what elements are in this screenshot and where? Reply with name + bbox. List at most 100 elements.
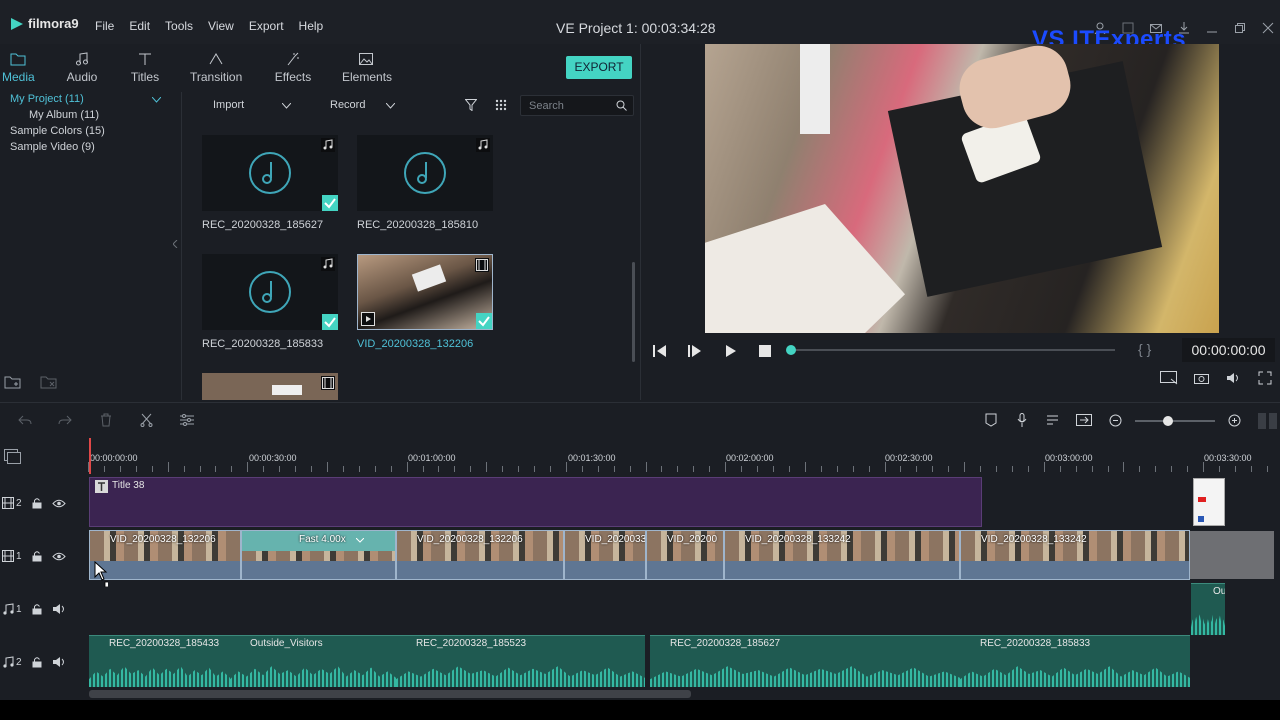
- video-clip-gray[interactable]: [1190, 531, 1274, 579]
- audio-clip[interactable]: Ou: [1191, 583, 1225, 635]
- delete-folder-icon[interactable]: [40, 374, 58, 390]
- menu-tools[interactable]: Tools: [165, 19, 193, 33]
- music-note-icon: [249, 152, 291, 194]
- delete-icon[interactable]: [100, 413, 112, 427]
- zoom-in-icon[interactable]: [1228, 414, 1241, 427]
- progress-knob[interactable]: [786, 345, 796, 355]
- title-clip-label: Title 38: [112, 480, 145, 491]
- video-clip[interactable]: VID_20200328_133242: [960, 530, 1190, 580]
- audio-type-icon: [321, 257, 335, 271]
- new-folder-icon[interactable]: [4, 374, 22, 390]
- microphone-icon[interactable]: [1017, 413, 1027, 427]
- tab-elements-label: Elements: [342, 70, 393, 84]
- check-icon: [322, 314, 338, 330]
- audio-clip[interactable]: REC_20200328_185433: [89, 635, 230, 687]
- speaker-icon[interactable]: [52, 657, 66, 667]
- redo-icon[interactable]: [58, 414, 72, 426]
- speaker-icon[interactable]: [52, 604, 66, 614]
- playback-controls: { }: [645, 338, 1275, 368]
- music-note-icon: [76, 52, 88, 66]
- search-input[interactable]: Search: [520, 95, 634, 116]
- timeline-ruler[interactable]: 00:00:00:00 00:00:30:00 00:01:00:00 00:0…: [88, 438, 1280, 474]
- menu-view[interactable]: View: [208, 19, 234, 33]
- mark-in-out-icon[interactable]: { }: [1138, 341, 1151, 357]
- media-thumb-video-1[interactable]: [357, 254, 493, 330]
- restore-icon[interactable]: [1234, 22, 1246, 34]
- image-clip[interactable]: [1193, 478, 1225, 526]
- import-button[interactable]: Import: [213, 99, 244, 111]
- video-clip[interactable]: VID_20200328_133242: [724, 530, 960, 580]
- filter-icon[interactable]: [465, 99, 477, 111]
- tab-elements[interactable]: Elements: [342, 52, 393, 84]
- video-type-icon: [321, 376, 335, 390]
- volume-icon[interactable]: [1226, 372, 1241, 384]
- menu-file[interactable]: File: [95, 19, 114, 33]
- audio-clip[interactable]: REC_20200328_185627: [650, 635, 960, 687]
- adjust-icon[interactable]: [180, 414, 194, 426]
- zoom-slider-knob[interactable]: [1163, 416, 1173, 426]
- close-icon[interactable]: [1262, 22, 1274, 34]
- audio-clip[interactable]: REC_20200328_185523: [396, 635, 645, 687]
- eye-icon[interactable]: [51, 552, 66, 561]
- video-clip[interactable]: VID_20200: [646, 530, 724, 580]
- export-button[interactable]: EXPORT: [566, 56, 632, 79]
- tab-titles[interactable]: Titles: [129, 52, 161, 84]
- grid-view-icon[interactable]: [495, 99, 507, 111]
- media-thumb-audio-1[interactable]: [202, 135, 338, 211]
- tab-audio[interactable]: Audio: [66, 52, 98, 84]
- tab-effects[interactable]: Effects: [274, 52, 312, 84]
- tab-transition[interactable]: Transition: [190, 52, 242, 84]
- video-clip-speed[interactable]: Fast 4.00x: [241, 530, 396, 580]
- media-thumb-audio-2[interactable]: [357, 135, 493, 211]
- category-tabs: Media Audio Titles Transition Effects El…: [0, 44, 640, 92]
- stop-icon[interactable]: [759, 345, 771, 357]
- panel-layout-icon[interactable]: [1258, 413, 1278, 429]
- library-scrollbar[interactable]: [632, 262, 635, 362]
- audio-clip[interactable]: REC_20200328_185833: [960, 635, 1190, 687]
- filmora-window: filmora9 File Edit Tools View Export Hel…: [0, 0, 1280, 720]
- record-button[interactable]: Record: [330, 99, 365, 111]
- fullscreen-icon[interactable]: [1258, 371, 1272, 385]
- snap-icon[interactable]: [1076, 414, 1092, 426]
- title-clip-icon: [95, 480, 108, 493]
- menu-edit[interactable]: Edit: [129, 19, 150, 33]
- undo-icon[interactable]: [18, 414, 32, 426]
- sidebar-item-my-project[interactable]: My Project (11): [10, 93, 84, 105]
- video-clip-label: VID_20200: [667, 534, 718, 545]
- sidebar-item-sample-colors[interactable]: Sample Colors (15): [10, 125, 105, 137]
- video-clip[interactable]: VID_20200328_132206: [89, 530, 241, 580]
- play-reverse-icon[interactable]: [688, 344, 702, 358]
- marker-icon[interactable]: [985, 413, 997, 427]
- prev-frame-icon[interactable]: [653, 344, 667, 358]
- media-thumb-audio-3[interactable]: [202, 254, 338, 330]
- video-clip[interactable]: VID_2020033: [564, 530, 646, 580]
- menu-export[interactable]: Export: [249, 19, 284, 33]
- lock-icon[interactable]: [32, 550, 42, 562]
- video-clip[interactable]: VID_20200328_132206: [396, 530, 564, 580]
- ruler-label: 00:01:30:00: [568, 453, 616, 463]
- title-clip[interactable]: Title 38: [89, 477, 982, 527]
- render-preview-icon[interactable]: [1160, 371, 1178, 385]
- playhead[interactable]: [89, 438, 91, 474]
- lock-icon[interactable]: [32, 603, 42, 615]
- cut-icon[interactable]: [140, 413, 153, 427]
- zoom-out-icon[interactable]: [1109, 414, 1122, 427]
- tab-media[interactable]: Media: [2, 52, 35, 84]
- lock-icon[interactable]: [32, 656, 42, 668]
- zoom-slider[interactable]: [1135, 416, 1215, 426]
- play-icon[interactable]: [724, 344, 738, 358]
- minimize-icon[interactable]: [1206, 22, 1218, 34]
- menu-help[interactable]: Help: [299, 19, 324, 33]
- lock-icon[interactable]: [32, 497, 42, 509]
- eye-icon[interactable]: [51, 499, 66, 508]
- timeline-scrollbar[interactable]: [89, 690, 691, 698]
- snapshot-icon[interactable]: [1194, 372, 1209, 384]
- sidebar-item-my-album[interactable]: My Album (11): [29, 109, 99, 121]
- audio-clip[interactable]: Outside_Visitors: [230, 635, 396, 687]
- sidebar-item-sample-video[interactable]: Sample Video (9): [10, 141, 95, 153]
- voiceover-list-icon[interactable]: [1046, 414, 1060, 426]
- media-thumb-video-2[interactable]: [202, 373, 338, 400]
- import-chevron-icon: [282, 103, 291, 109]
- add-track-icon[interactable]: [4, 449, 22, 465]
- preview-progress-bar[interactable]: [786, 345, 1115, 355]
